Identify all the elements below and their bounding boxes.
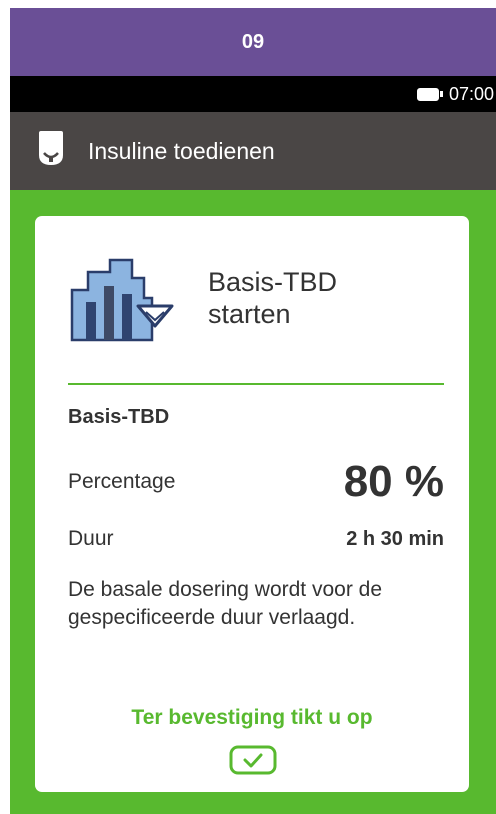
percentage-label: Percentage xyxy=(68,470,176,493)
card-title: Basis-TBD starten xyxy=(208,266,337,331)
section-label: Basis-TBD xyxy=(68,406,170,428)
percentage-row: Percentage 80 % xyxy=(68,456,444,508)
card-title-line2: starten xyxy=(208,299,291,330)
confirm-button[interactable] xyxy=(227,745,279,780)
confirm-instruction: Ter bevestiging tikt u op xyxy=(131,706,373,729)
divider xyxy=(68,383,444,385)
checkmark-icon xyxy=(229,745,277,780)
title-bar: Insuline toedienen xyxy=(10,112,496,190)
step-number: 09 xyxy=(241,30,265,53)
card-title-line1: Basis-TBD xyxy=(208,267,338,297)
pump-icon xyxy=(36,129,66,174)
status-time: 07:00 xyxy=(448,83,494,104)
description-text: De basale dosering wordt voor de gespeci… xyxy=(68,578,383,630)
main-area: Basis-TBD starten Basis-TBD Percentage 8… xyxy=(10,190,496,814)
card-header: Basis-TBD starten xyxy=(68,256,448,356)
duration-label: Duur xyxy=(68,527,114,550)
temporary-basal-rate-icon xyxy=(68,256,176,347)
duration-row: Duur 2 h 30 min xyxy=(68,524,444,554)
screen-title: Insuline toedienen xyxy=(88,137,275,164)
percentage-value: 80 % xyxy=(343,457,444,506)
duration-value: 2 h 30 min xyxy=(346,527,444,550)
confirmation-card: Basis-TBD starten Basis-TBD Percentage 8… xyxy=(35,216,469,792)
battery-icon xyxy=(416,87,443,101)
step-banner: 09 xyxy=(10,8,496,76)
status-bar: 07:00 xyxy=(10,76,496,112)
app-frame: 09 07:00 Insuline toedienen Basis-TBD st… xyxy=(10,8,496,814)
